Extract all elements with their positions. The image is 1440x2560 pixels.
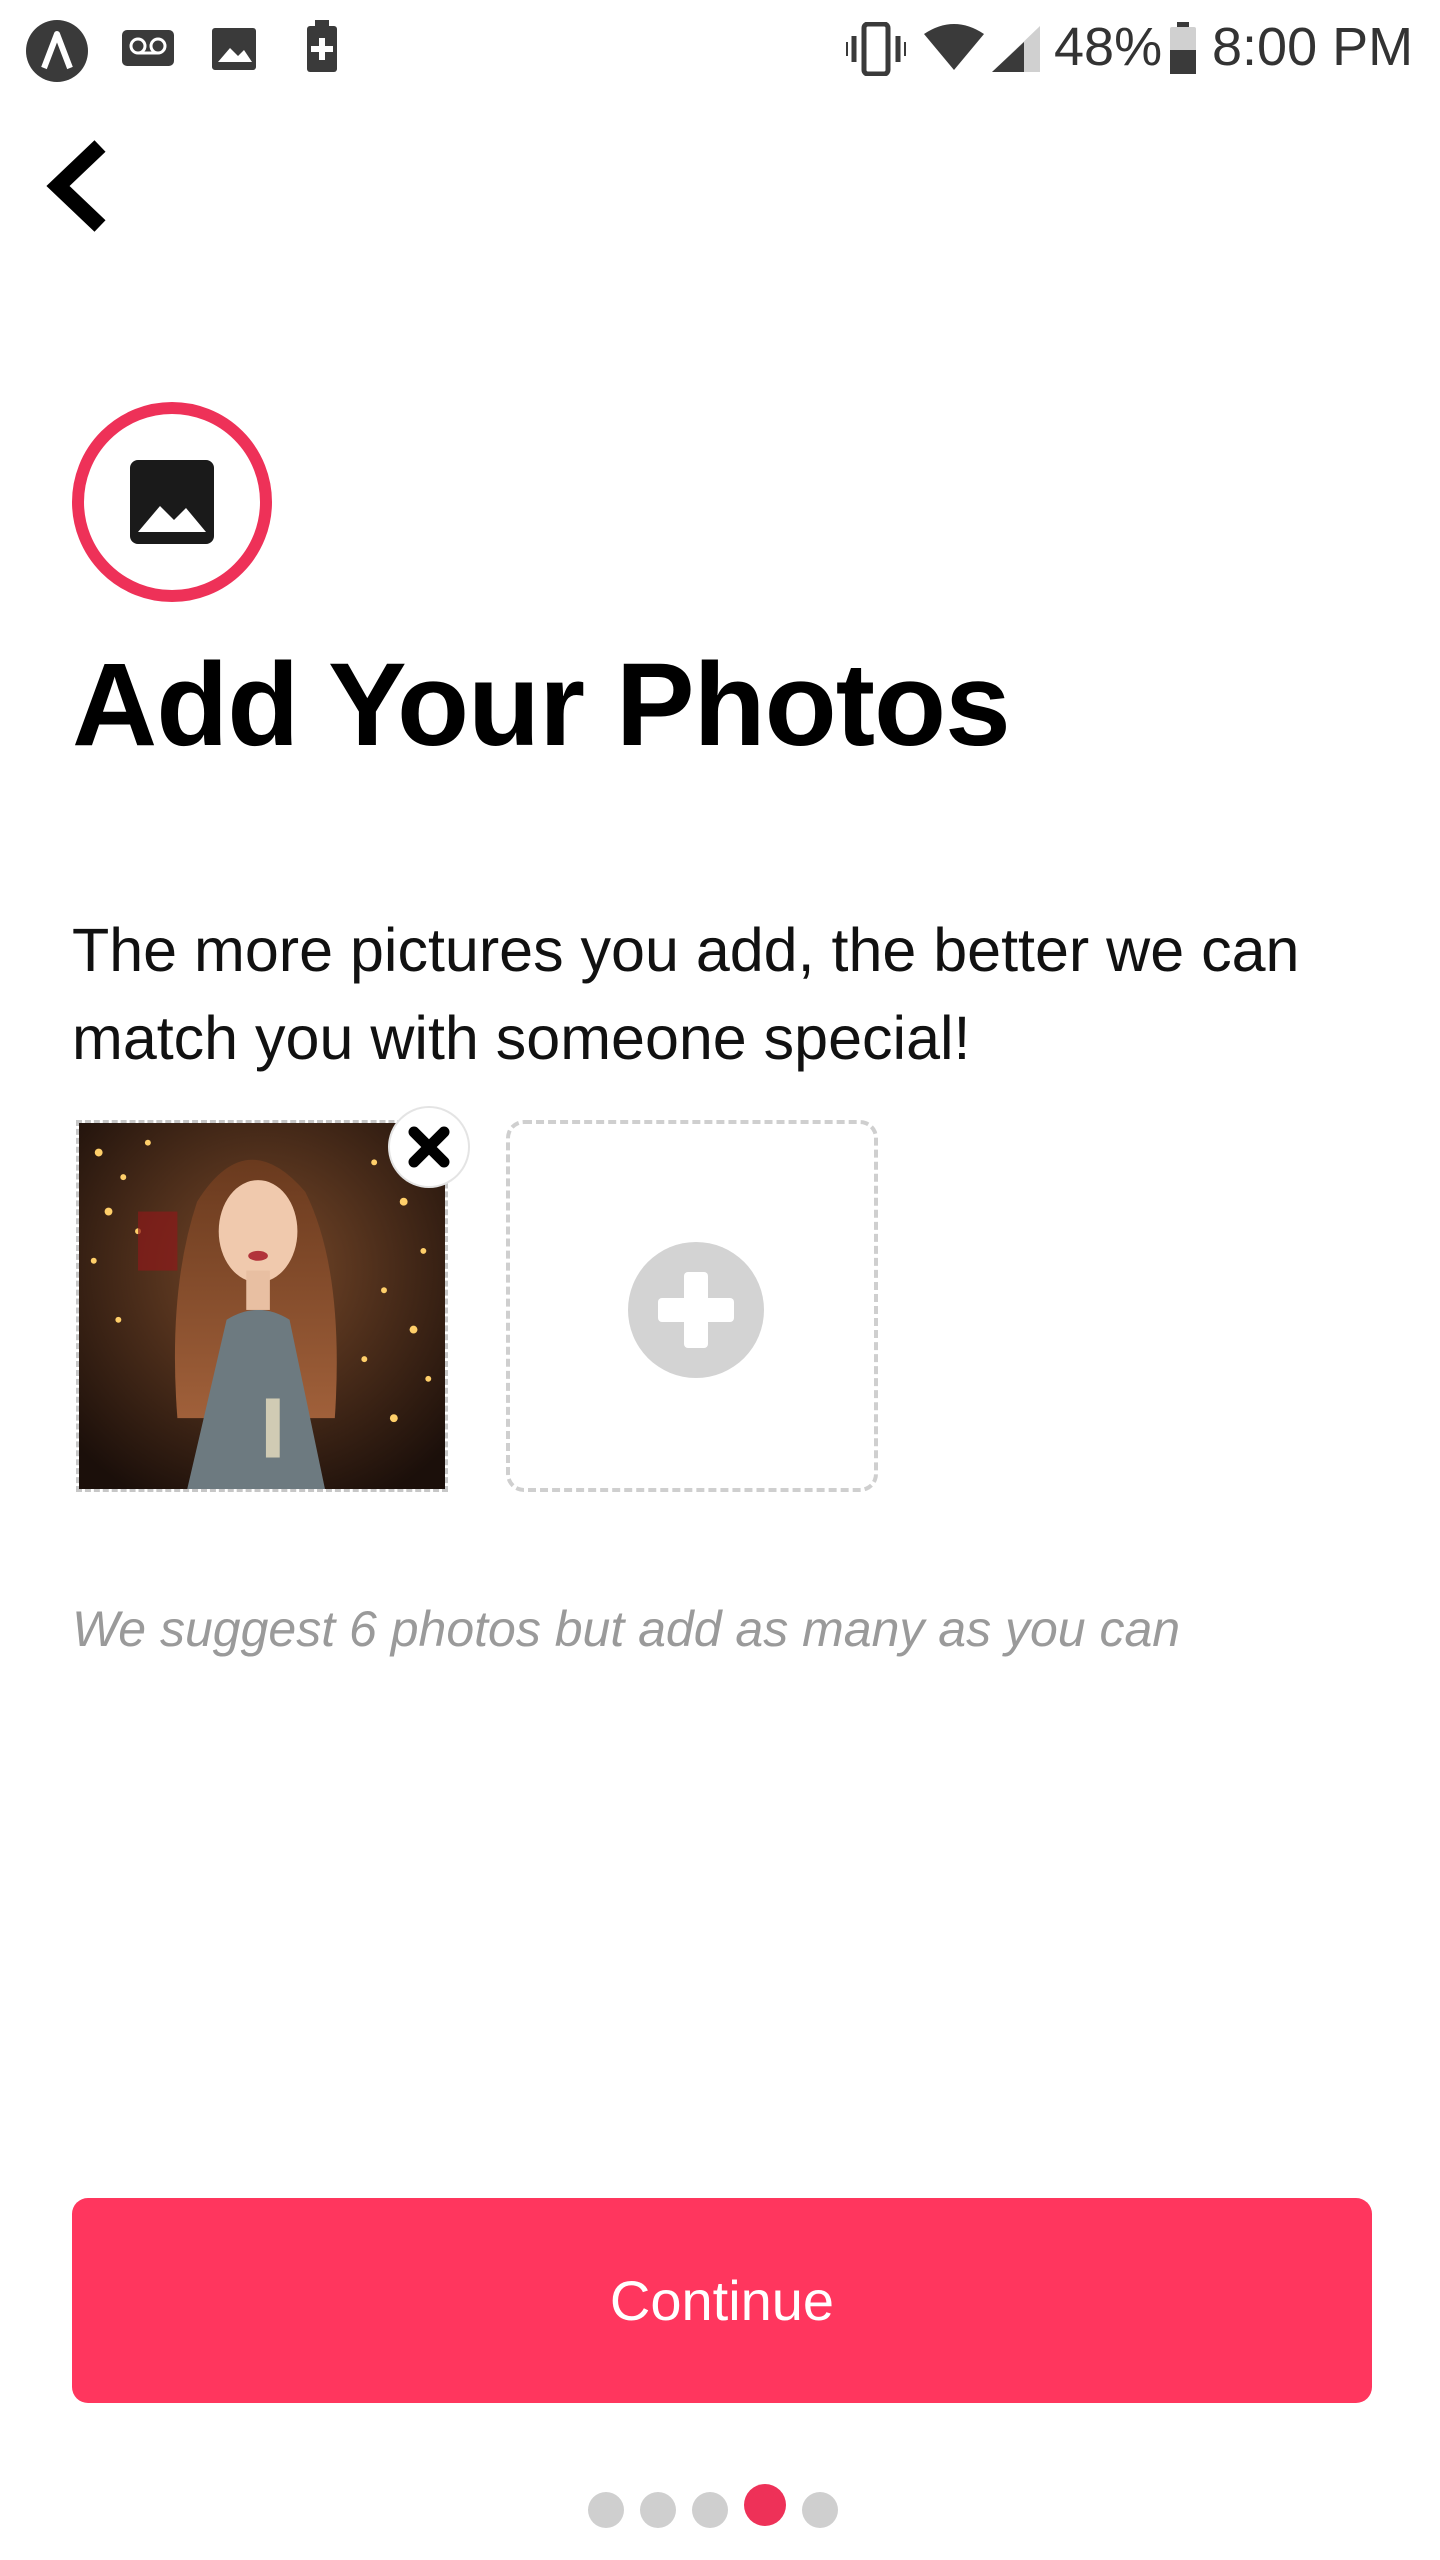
- page-indicator: [588, 2484, 848, 2528]
- page-dot-2: [640, 2492, 676, 2528]
- page-subtitle: The more pictures you add, the better we…: [72, 916, 1300, 1072]
- signal-icon: [992, 26, 1040, 72]
- wifi-icon: [924, 24, 984, 70]
- page-dot-3: [692, 2492, 728, 2528]
- vibrate-icon: [846, 22, 906, 76]
- status-time: 8:00 PM: [1212, 17, 1414, 77]
- chevron-left-icon: [46, 140, 106, 232]
- page-dot-1: [588, 2492, 624, 2528]
- remove-photo-button[interactable]: [390, 1108, 468, 1186]
- page-dot-4-active: [744, 2484, 786, 2526]
- back-button[interactable]: [36, 130, 136, 240]
- photo-header-badge: [72, 402, 272, 602]
- battery-saver-icon: [307, 20, 337, 72]
- battery-percent: 48%: [1054, 17, 1163, 77]
- image-icon: [130, 460, 214, 544]
- app-lambda-icon: [26, 20, 88, 82]
- page-dot-5: [802, 2492, 838, 2528]
- voicemail-icon: [122, 30, 174, 66]
- continue-label: Continue: [609, 2269, 835, 2332]
- plus-circle-icon: [628, 1242, 764, 1378]
- status-bar: 48% 8:00 PM: [0, 0, 1440, 100]
- add-photos-screen: 48% 8:00 PM Add Your Photos The more pic…: [0, 0, 1440, 2560]
- battery-icon: [1170, 22, 1196, 74]
- gallery-icon: [212, 28, 256, 70]
- add-photo-slot[interactable]: [506, 1120, 878, 1492]
- page-title: Add Your Photos: [72, 639, 1011, 771]
- close-icon: [408, 1126, 450, 1168]
- continue-button[interactable]: Continue: [72, 2198, 1372, 2403]
- photo-suggestion-text: We suggest 6 photos but add as many as y…: [72, 1601, 1181, 1657]
